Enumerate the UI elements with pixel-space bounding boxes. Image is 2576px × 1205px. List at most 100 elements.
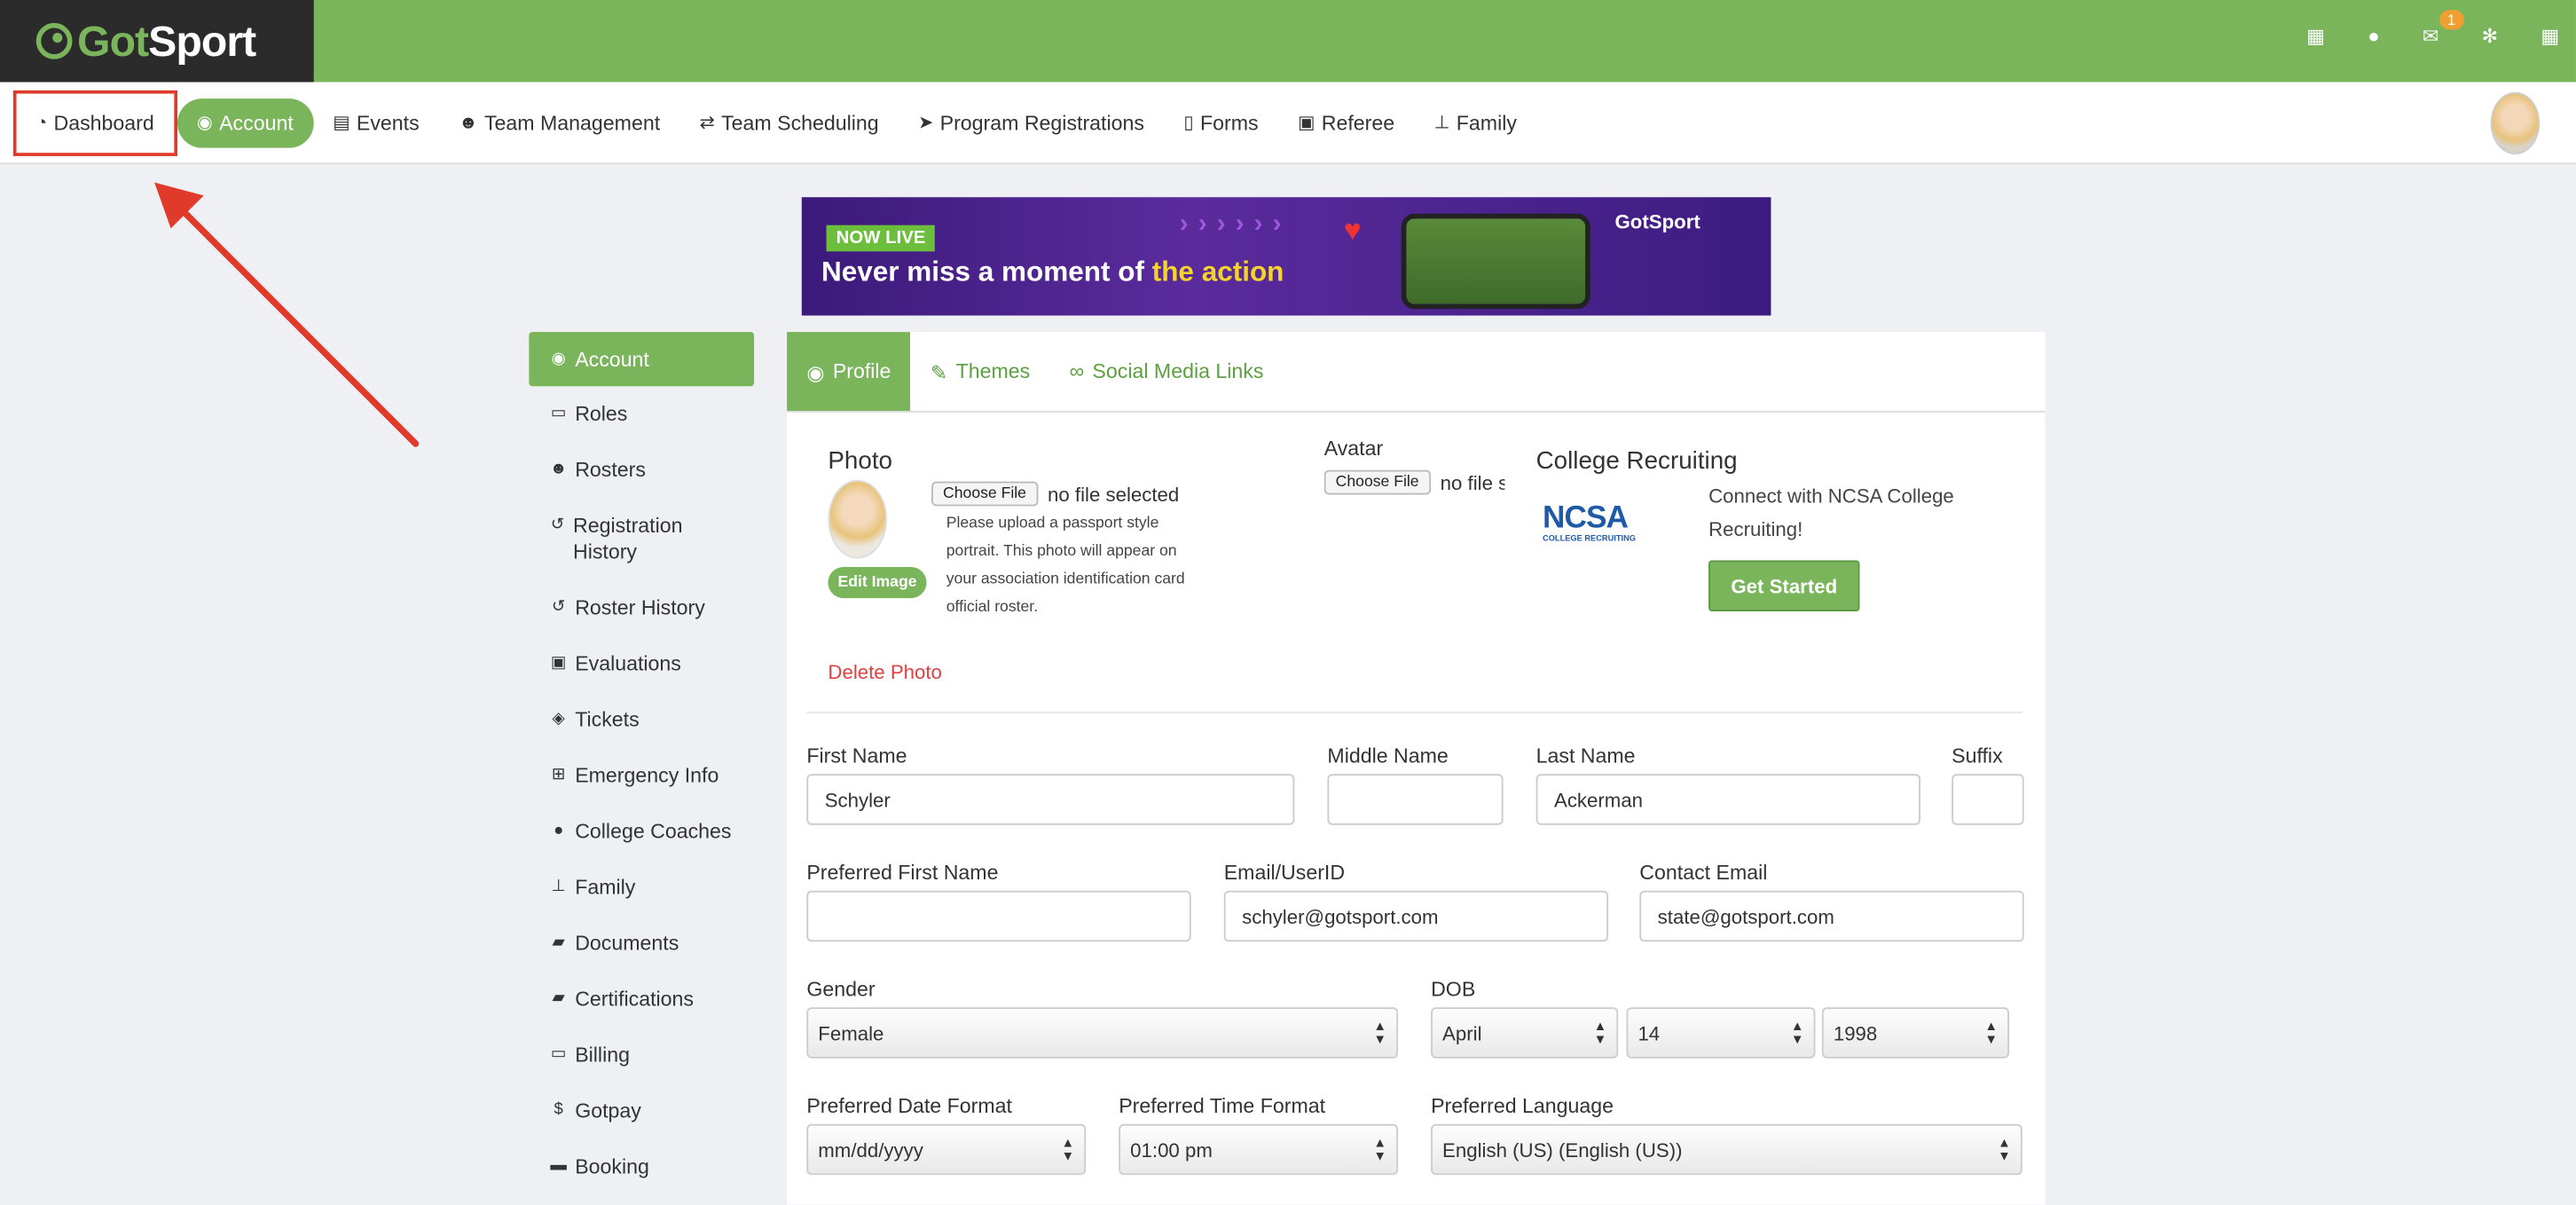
first-name-field[interactable]: Schyler <box>806 774 1295 825</box>
get-started-button[interactable]: Get Started <box>1708 560 1860 611</box>
sidebar-item-account[interactable]: ◉ Account <box>529 332 755 387</box>
nav-program-registrations[interactable]: ➤ Program Registrations <box>899 98 1164 147</box>
profile-tabs: ◉ Profile ✎ Themes ∞ Social Media Links <box>787 332 2046 413</box>
user-avatar[interactable] <box>2490 91 2541 155</box>
sidebar-item-college-coaches[interactable]: ● College Coaches <box>529 804 754 860</box>
nav-account[interactable]: ◉ Account <box>177 98 313 147</box>
last-name-field[interactable]: Ackerman <box>1535 774 1920 825</box>
banner-brand: GotSport <box>1614 210 1700 233</box>
date-format-label: Preferred Date Format <box>806 1094 1012 1118</box>
gotsport-logo[interactable]: GotSport <box>0 0 314 83</box>
sidebar-item-registration-history[interactable]: ↺ Registration History <box>529 498 754 580</box>
bed-icon: ▬ <box>550 1156 567 1176</box>
select-arrows-icon: ▲ ▼ <box>1984 1018 1999 1046</box>
id-card-icon: ▭ <box>550 404 567 422</box>
nav-team-management[interactable]: ☻ Team Management <box>439 98 679 147</box>
sidebar-item-gotpay[interactable]: $ Gotpay <box>529 1083 754 1138</box>
paper-plane-icon: ➤ <box>918 113 934 134</box>
calendar-check-icon: ▣ <box>550 654 567 673</box>
tab-social-media-links[interactable]: ∞ Social Media Links <box>1049 332 1283 411</box>
logo-mark-icon <box>35 22 73 59</box>
edit-image-button[interactable]: Edit Image <box>828 566 927 599</box>
choose-file-button[interactable]: Choose File <box>931 481 1038 507</box>
user-circle-icon: ◉ <box>551 350 566 368</box>
apps-grid-icon[interactable]: ▦ <box>2541 25 2559 48</box>
mail-icon[interactable]: ✉ 1 <box>2423 10 2464 48</box>
sitemap-icon: ⊥ <box>1433 113 1450 134</box>
preferred-first-name-field[interactable] <box>806 890 1191 942</box>
user-icon: ● <box>554 822 564 840</box>
sidebar-item-rosters[interactable]: ☻ Rosters <box>529 442 754 498</box>
tab-profile[interactable]: ◉ Profile <box>787 332 911 411</box>
photo-title: Photo <box>828 446 893 476</box>
nav-forms[interactable]: ▯ Forms <box>1164 98 1278 147</box>
annotation-arrow <box>154 182 420 447</box>
tab-themes[interactable]: ✎ Themes <box>911 332 1050 411</box>
dob-year-select[interactable]: 1998 ▲ ▼ <box>1821 1007 2009 1059</box>
user-circle-icon: ◉ <box>196 113 213 134</box>
first-name-label: First Name <box>806 744 907 768</box>
banner-headline: Never miss a moment of the action <box>821 256 1284 288</box>
sidebar-item-emergency-info[interactable]: ⊞ Emergency Info <box>529 748 754 804</box>
mail-badge: 1 <box>2439 10 2464 30</box>
sidebar-item-evaluations[interactable]: ▣ Evaluations <box>529 636 754 692</box>
contact-email-field[interactable]: state@gotsport.com <box>1639 890 2024 942</box>
email-field[interactable]: schyler@gotsport.com <box>1223 890 1609 942</box>
user-icon[interactable]: ● <box>2368 25 2379 48</box>
suffix-field[interactable] <box>1952 774 2024 825</box>
qr-code-icon[interactable]: ▦ <box>2306 25 2325 48</box>
sidebar-item-roster-history[interactable]: ↺ Roster History <box>529 580 754 636</box>
users-icon: ☻ <box>549 460 568 478</box>
gender-label: Gender <box>806 977 876 1001</box>
select-arrows-icon: ▲ ▼ <box>1998 1134 2011 1163</box>
plus-square-icon: ⊞ <box>551 766 566 784</box>
paint-brush-icon: ✎ <box>930 360 948 384</box>
file-icon: ▯ <box>1183 113 1194 134</box>
sidebar-item-certifications[interactable]: ▰ Certifications <box>529 972 754 1028</box>
account-sidebar: ◉ Account ▭ Roles ☻ Rosters ↺ Registration H… <box>529 332 755 1194</box>
contact-email-label: Contact Email <box>1639 861 1768 885</box>
email-label: Email/UserID <box>1223 861 1346 885</box>
sidebar-item-roles[interactable]: ▭ Roles <box>529 386 754 442</box>
heart-icon: ♥ <box>1343 213 1362 247</box>
sidebar-item-family[interactable]: ⊥ Family <box>529 860 754 916</box>
photo-help-text: Please upload a passport style portrait.… <box>946 514 1185 617</box>
nav-dashboard[interactable]: ◔ Dashboard <box>12 89 177 156</box>
gear-icon[interactable]: ✻ <box>2482 25 2499 48</box>
recruiting-text: Connect with NCSA College Recruiting! <box>1708 484 1954 541</box>
delete-photo-link[interactable]: Delete Photo <box>828 661 942 684</box>
dob-day-select[interactable]: 14 ▲ ▼ <box>1626 1007 1816 1059</box>
dollar-icon: $ <box>554 1100 563 1120</box>
photo-file-input[interactable]: Choose File no file selected <box>931 481 1179 507</box>
avatar-file-input[interactable]: Choose File no file s <box>1323 469 1504 495</box>
avatar-choose-file-button[interactable]: Choose File <box>1323 469 1431 495</box>
sidebar-item-booking[interactable]: ▬ Booking <box>529 1138 754 1194</box>
middle-name-field[interactable] <box>1327 774 1504 825</box>
gender-select[interactable]: Female ▲ ▼ <box>806 1007 1399 1059</box>
sidebar-item-documents[interactable]: ▰ Documents <box>529 916 754 972</box>
history-icon: ↺ <box>550 516 565 534</box>
time-format-label: Preferred Time Format <box>1119 1094 1326 1118</box>
time-format-select[interactable]: 01:00 pm ▲ ▼ <box>1119 1123 1399 1176</box>
dob-month-select[interactable]: April ▲ ▼ <box>1431 1007 1619 1059</box>
promo-banner[interactable]: NOW LIVE Never miss a moment of the acti… <box>801 197 1771 316</box>
credit-card-icon: ▭ <box>550 1044 567 1064</box>
select-arrows-icon: ▲ ▼ <box>1061 1134 1075 1163</box>
nav-referee[interactable]: ▣ Referee <box>1278 98 1415 147</box>
nav-family[interactable]: ⊥ Family <box>1414 98 1536 147</box>
history-icon: ↺ <box>551 598 566 617</box>
nav-events[interactable]: ▤ Events <box>313 98 439 147</box>
language-label: Preferred Language <box>1431 1094 1614 1118</box>
avatar-title: Avatar <box>1323 437 1384 461</box>
top-bar: GotSport ▦ ● ✉ 1 ✻ ▦ <box>0 0 2576 83</box>
folder-open-icon: ▰ <box>552 988 565 1008</box>
dashboard-icon: ◔ <box>35 112 48 133</box>
sidebar-item-billing[interactable]: ▭ Billing <box>529 1028 754 1083</box>
link-icon: ∞ <box>1069 359 1085 383</box>
language-select[interactable]: English (US) (English (US)) ▲ ▼ <box>1431 1123 2022 1176</box>
nav-team-scheduling[interactable]: ⇄ Team Scheduling <box>679 98 899 147</box>
sidebar-item-tickets[interactable]: ◈ Tickets <box>529 692 754 748</box>
date-format-select[interactable]: mm/dd/yyyy ▲ ▼ <box>806 1123 1087 1176</box>
sitemap-icon: ⊥ <box>551 877 566 896</box>
exchange-icon: ⇄ <box>699 113 715 134</box>
